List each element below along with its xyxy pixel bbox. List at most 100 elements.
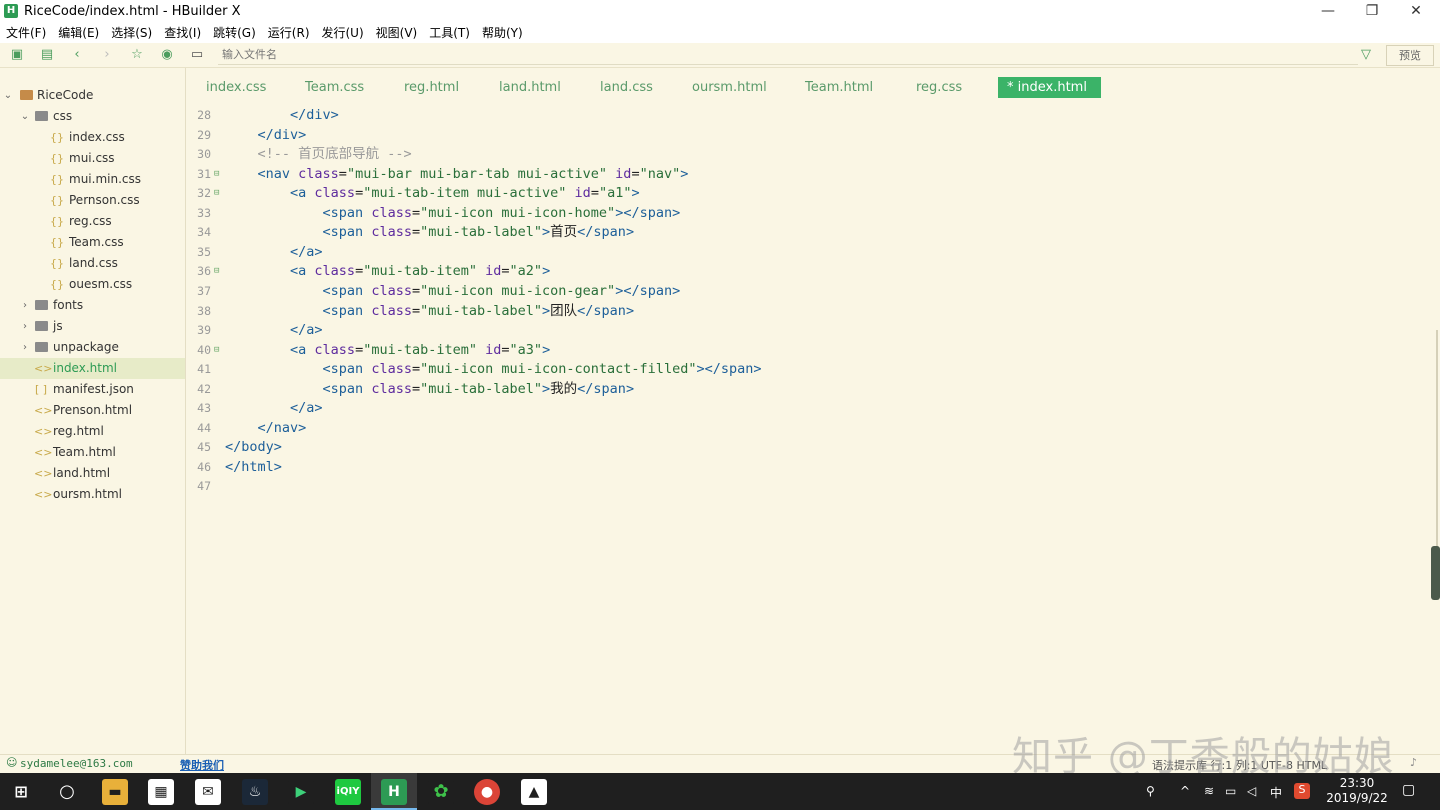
- favorite-star-icon[interactable]: ☆: [129, 47, 145, 63]
- tree-item[interactable]: {} ouesm.css: [0, 274, 185, 295]
- notification-icon[interactable]: ▢: [1402, 782, 1415, 798]
- editor-tab[interactable]: land.css: [600, 77, 653, 98]
- tree-item[interactable]: <> oursm.html: [0, 484, 185, 505]
- people-icon[interactable]: ⚲: [1146, 784, 1155, 798]
- photos-icon[interactable]: ▲: [521, 779, 547, 805]
- tree-item-label: reg.html: [53, 424, 104, 438]
- menu-item[interactable]: 跳转(G): [213, 24, 256, 41]
- chrome-icon[interactable]: ●: [474, 779, 500, 805]
- tree-item[interactable]: {} Pernson.css: [0, 190, 185, 211]
- run-icon[interactable]: ◉: [159, 47, 175, 63]
- maximize-button[interactable]: ❐: [1350, 0, 1394, 22]
- new-file-icon[interactable]: ▣: [9, 47, 25, 63]
- code-text: <span class="mui-tab-label">我的</span>: [225, 380, 635, 400]
- hbuilder-taskbar-icon[interactable]: H: [381, 779, 407, 805]
- menu-item[interactable]: 文件(F): [6, 24, 46, 41]
- preview-button[interactable]: 预览: [1386, 45, 1434, 66]
- mail-icon[interactable]: ✉: [195, 779, 221, 805]
- tree-item[interactable]: <> reg.html: [0, 421, 185, 442]
- tree-item-label: mui.css: [69, 151, 115, 165]
- tree-item[interactable]: [ ] manifest.json: [0, 379, 185, 400]
- editor-tab[interactable]: reg.css: [916, 77, 962, 98]
- fold-toggle-icon[interactable]: ⊟: [214, 341, 219, 361]
- chevron-up-icon[interactable]: ^: [1180, 784, 1190, 798]
- store-icon[interactable]: ▦: [148, 779, 174, 805]
- close-button[interactable]: ✕: [1394, 0, 1438, 22]
- open-file-icon[interactable]: ▭: [189, 47, 205, 63]
- menu-item[interactable]: 选择(S): [111, 24, 152, 41]
- sponsor-link[interactable]: 赞助我们: [180, 757, 224, 773]
- windows-start-icon[interactable]: ⊞: [8, 779, 34, 805]
- chevron-down-icon[interactable]: ⌄: [20, 106, 30, 127]
- code-token: id: [485, 263, 502, 280]
- tree-item-label: land.html: [53, 466, 111, 480]
- file-search-input[interactable]: [218, 45, 1358, 65]
- code-token: 团队: [550, 302, 578, 319]
- search-icon[interactable]: ○: [54, 779, 80, 805]
- iqiyi-icon[interactable]: iQIY: [335, 779, 361, 805]
- tree-item[interactable]: {} land.css: [0, 253, 185, 274]
- forward-icon[interactable]: ›: [99, 47, 115, 63]
- tree-item[interactable]: {} Team.css: [0, 232, 185, 253]
- scrollbar-thumb[interactable]: [1431, 546, 1440, 600]
- tree-item[interactable]: {} mui.css: [0, 148, 185, 169]
- editor-tab[interactable]: * index.html: [998, 77, 1101, 98]
- battery-icon[interactable]: ▭: [1225, 784, 1236, 798]
- volume-icon[interactable]: ◁: [1247, 784, 1256, 798]
- tree-item[interactable]: {} reg.css: [0, 211, 185, 232]
- wechat-icon[interactable]: ✿: [428, 779, 454, 805]
- editor-tab[interactable]: oursm.html: [692, 77, 767, 98]
- code-editor[interactable]: 28 </div> 29 </div> 30 <!-- 首页底部导航 --> 31 ⊟ …: [187, 106, 1431, 754]
- sogou-icon[interactable]: S: [1294, 783, 1310, 799]
- account-email[interactable]: sydamelee@163.com: [20, 757, 133, 770]
- tree-item[interactable]: › fonts: [0, 295, 185, 316]
- code-token: =: [501, 341, 510, 358]
- fold-toggle-icon[interactable]: ⊟: [214, 262, 219, 282]
- chevron-right-icon[interactable]: ›: [20, 316, 30, 337]
- editor-tab[interactable]: index.css: [206, 77, 266, 98]
- tree-item[interactable]: ⌄ css: [0, 106, 185, 127]
- menu-item[interactable]: 运行(R): [268, 24, 310, 41]
- back-icon[interactable]: ‹: [69, 47, 85, 63]
- chevron-right-icon[interactable]: ›: [20, 295, 30, 316]
- chevron-down-icon[interactable]: ⌄: [3, 85, 13, 106]
- tree-item[interactable]: <> index.html: [0, 358, 185, 379]
- file-explorer-icon[interactable]: ▬: [102, 779, 128, 805]
- tree-item[interactable]: {} mui.min.css: [0, 169, 185, 190]
- bell-icon[interactable]: ♪: [1410, 756, 1417, 769]
- tree-item-label: Prenson.html: [53, 403, 133, 417]
- editor-tab[interactable]: reg.html: [404, 77, 459, 98]
- tree-item[interactable]: {} index.css: [0, 127, 185, 148]
- tree-item[interactable]: <> Team.html: [0, 442, 185, 463]
- menu-item[interactable]: 视图(V): [376, 24, 418, 41]
- chevron-right-icon[interactable]: ›: [20, 337, 30, 358]
- menu-item[interactable]: 编辑(E): [58, 24, 99, 41]
- filter-icon[interactable]: ▽: [1361, 47, 1375, 63]
- tree-item[interactable]: <> Prenson.html: [0, 400, 185, 421]
- tree-item[interactable]: › unpackage: [0, 337, 185, 358]
- fold-toggle-icon[interactable]: ⊟: [214, 184, 219, 204]
- steam-icon[interactable]: ♨: [242, 779, 268, 805]
- video-player-icon[interactable]: ▶: [288, 779, 314, 805]
- tree-item[interactable]: › js: [0, 316, 185, 337]
- menu-item[interactable]: 查找(I): [164, 24, 201, 41]
- editor-tab[interactable]: Team.html: [805, 77, 873, 98]
- ime-indicator[interactable]: 中: [1270, 784, 1282, 801]
- menu-item[interactable]: 发行(U): [322, 24, 364, 41]
- fold-toggle-icon[interactable]: ⊟: [214, 165, 219, 185]
- menu-item[interactable]: 工具(T): [429, 24, 470, 41]
- editor-tab[interactable]: land.html: [499, 77, 561, 98]
- tree-root-label: RiceCode: [37, 88, 94, 102]
- wifi-icon[interactable]: ≋: [1204, 784, 1214, 798]
- menu-item[interactable]: 帮助(Y): [482, 24, 523, 41]
- tree-item-label: ouesm.css: [69, 277, 133, 291]
- tree-root[interactable]: ⌄ RiceCode: [0, 85, 185, 106]
- editor-tab[interactable]: Team.css: [305, 77, 364, 98]
- save-icon[interactable]: ▤: [39, 47, 55, 63]
- tree-item[interactable]: <> land.html: [0, 463, 185, 484]
- minimize-button[interactable]: —: [1306, 0, 1350, 22]
- code-token: "mui-tab-item": [363, 341, 477, 358]
- clock[interactable]: 23:30 2019/9/22: [1324, 776, 1390, 806]
